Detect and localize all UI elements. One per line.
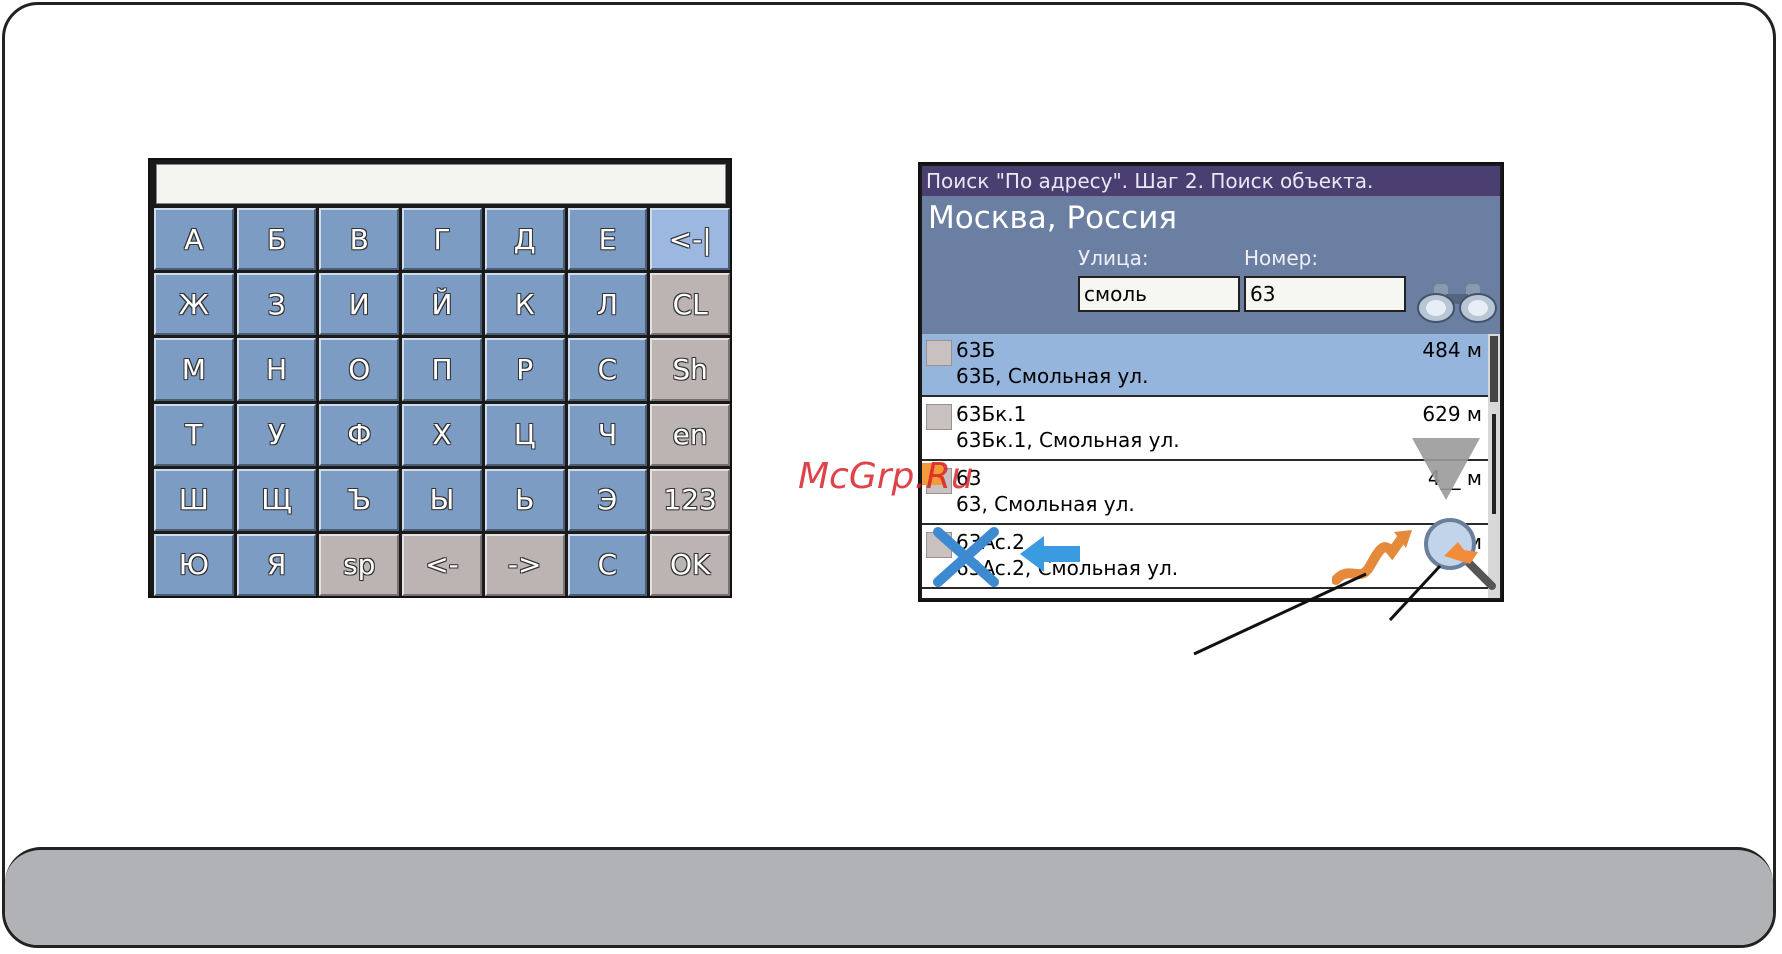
key[interactable]: Ф (319, 403, 400, 466)
key[interactable]: CL (650, 273, 730, 336)
key[interactable]: <-| (650, 208, 730, 271)
onscreen-keyboard: А Б В Г Д Е <-| Ж З И Й К Л CL М Н О П Р С Sh Т У Ф Х Ц Чen Ш Щ Ъ Ы Ь Э 1… (148, 158, 732, 598)
binoculars-icon[interactable] (1416, 276, 1498, 326)
scroll-down-arrow-icon[interactable] (1410, 436, 1482, 502)
cancel-x-icon[interactable] (932, 526, 1000, 588)
key[interactable]: Л (567, 273, 648, 336)
watermark: McGrp.Ru (798, 456, 974, 497)
key[interactable]: sp (319, 533, 400, 596)
key[interactable]: Sh (650, 338, 730, 401)
key[interactable]: О (319, 338, 400, 401)
key[interactable]: С (567, 338, 648, 401)
key[interactable]: <- (402, 533, 482, 596)
key[interactable]: Г (402, 208, 482, 271)
key[interactable]: Т (154, 403, 234, 466)
footer-band (5, 847, 1773, 945)
key[interactable]: Щ (236, 468, 317, 531)
result-checkbox[interactable] (926, 340, 952, 366)
key[interactable]: Е (567, 208, 648, 271)
search-header: Москва, Россия Улица: Номер: смоль 63 (922, 196, 1500, 334)
scrollbar-track (1492, 414, 1496, 514)
result-number: 63Бк.1 (956, 402, 1027, 426)
key[interactable]: З (236, 273, 317, 336)
number-label: Номер: (1244, 246, 1319, 270)
key[interactable]: Ц (484, 403, 565, 466)
street-label: Улица: (1078, 246, 1149, 270)
address-search-screen: Поиск "По адресу". Шаг 2. Поиск объекта.… (918, 162, 1504, 602)
key[interactable]: Ъ (319, 468, 400, 531)
result-address: 63Б, Смольная ул. (956, 364, 1149, 388)
result-address: 63Бк.1, Смольная ул. (956, 428, 1180, 452)
keyboard-input-field[interactable] (156, 164, 726, 204)
key[interactable]: OK (650, 533, 730, 596)
key[interactable]: Ч (567, 403, 648, 466)
street-field[interactable]: смоль (1078, 276, 1240, 312)
key[interactable]: Ь (484, 468, 565, 531)
city-label: Москва, Россия (928, 200, 1177, 236)
key[interactable]: Н (236, 338, 317, 401)
key[interactable]: -> (484, 533, 565, 596)
key[interactable]: М (154, 338, 234, 401)
key[interactable]: Я (236, 533, 317, 596)
key[interactable]: Э (567, 468, 648, 531)
back-arrow-icon[interactable] (1020, 534, 1082, 574)
callout-lines (1193, 564, 1442, 656)
key[interactable]: C (567, 533, 648, 596)
key[interactable]: Ю (154, 533, 234, 596)
result-row[interactable]: 63Бк.1 63Бк.1, Смольная ул. 629 м (922, 398, 1488, 461)
key[interactable]: Р (484, 338, 565, 401)
result-address: 63, Смольная ул. (956, 492, 1135, 516)
key[interactable]: К (484, 273, 565, 336)
result-row[interactable]: 63Б 63Б, Смольная ул. 484 м (922, 334, 1488, 397)
result-row[interactable]: 6363, Смольная ул.4__ м (922, 462, 1488, 525)
key[interactable]: П (402, 338, 482, 401)
result-distance: 629 м (1422, 402, 1482, 426)
scrollbar-thumb[interactable] (1490, 336, 1498, 402)
screen-title: Поиск "По адресу". Шаг 2. Поиск объекта. (922, 166, 1500, 196)
result-number: 63Б (956, 338, 996, 362)
key[interactable]: Х (402, 403, 482, 466)
key[interactable]: Й (402, 273, 482, 336)
key[interactable]: Ш (154, 468, 234, 531)
key[interactable]: Д (484, 208, 565, 271)
result-distance: 484 м (1422, 338, 1482, 362)
number-field[interactable]: 63 (1244, 276, 1406, 312)
key[interactable]: en (650, 403, 730, 466)
key[interactable]: А (154, 208, 234, 271)
key[interactable]: Ы (402, 468, 482, 531)
result-checkbox[interactable] (926, 404, 952, 430)
key[interactable]: Ж (154, 273, 234, 336)
key[interactable]: Б (236, 208, 317, 271)
key[interactable]: В (319, 208, 400, 271)
key[interactable]: И (319, 273, 400, 336)
key[interactable]: 123 (650, 468, 730, 531)
keyboard-keys: А Б В Г Д Е <-| Ж З И Й К Л CL М Н О П Р С Sh Т У Ф Х Ц Чen Ш Щ Ъ Ы Ь Э 1… (154, 208, 730, 596)
key[interactable]: У (236, 403, 317, 466)
